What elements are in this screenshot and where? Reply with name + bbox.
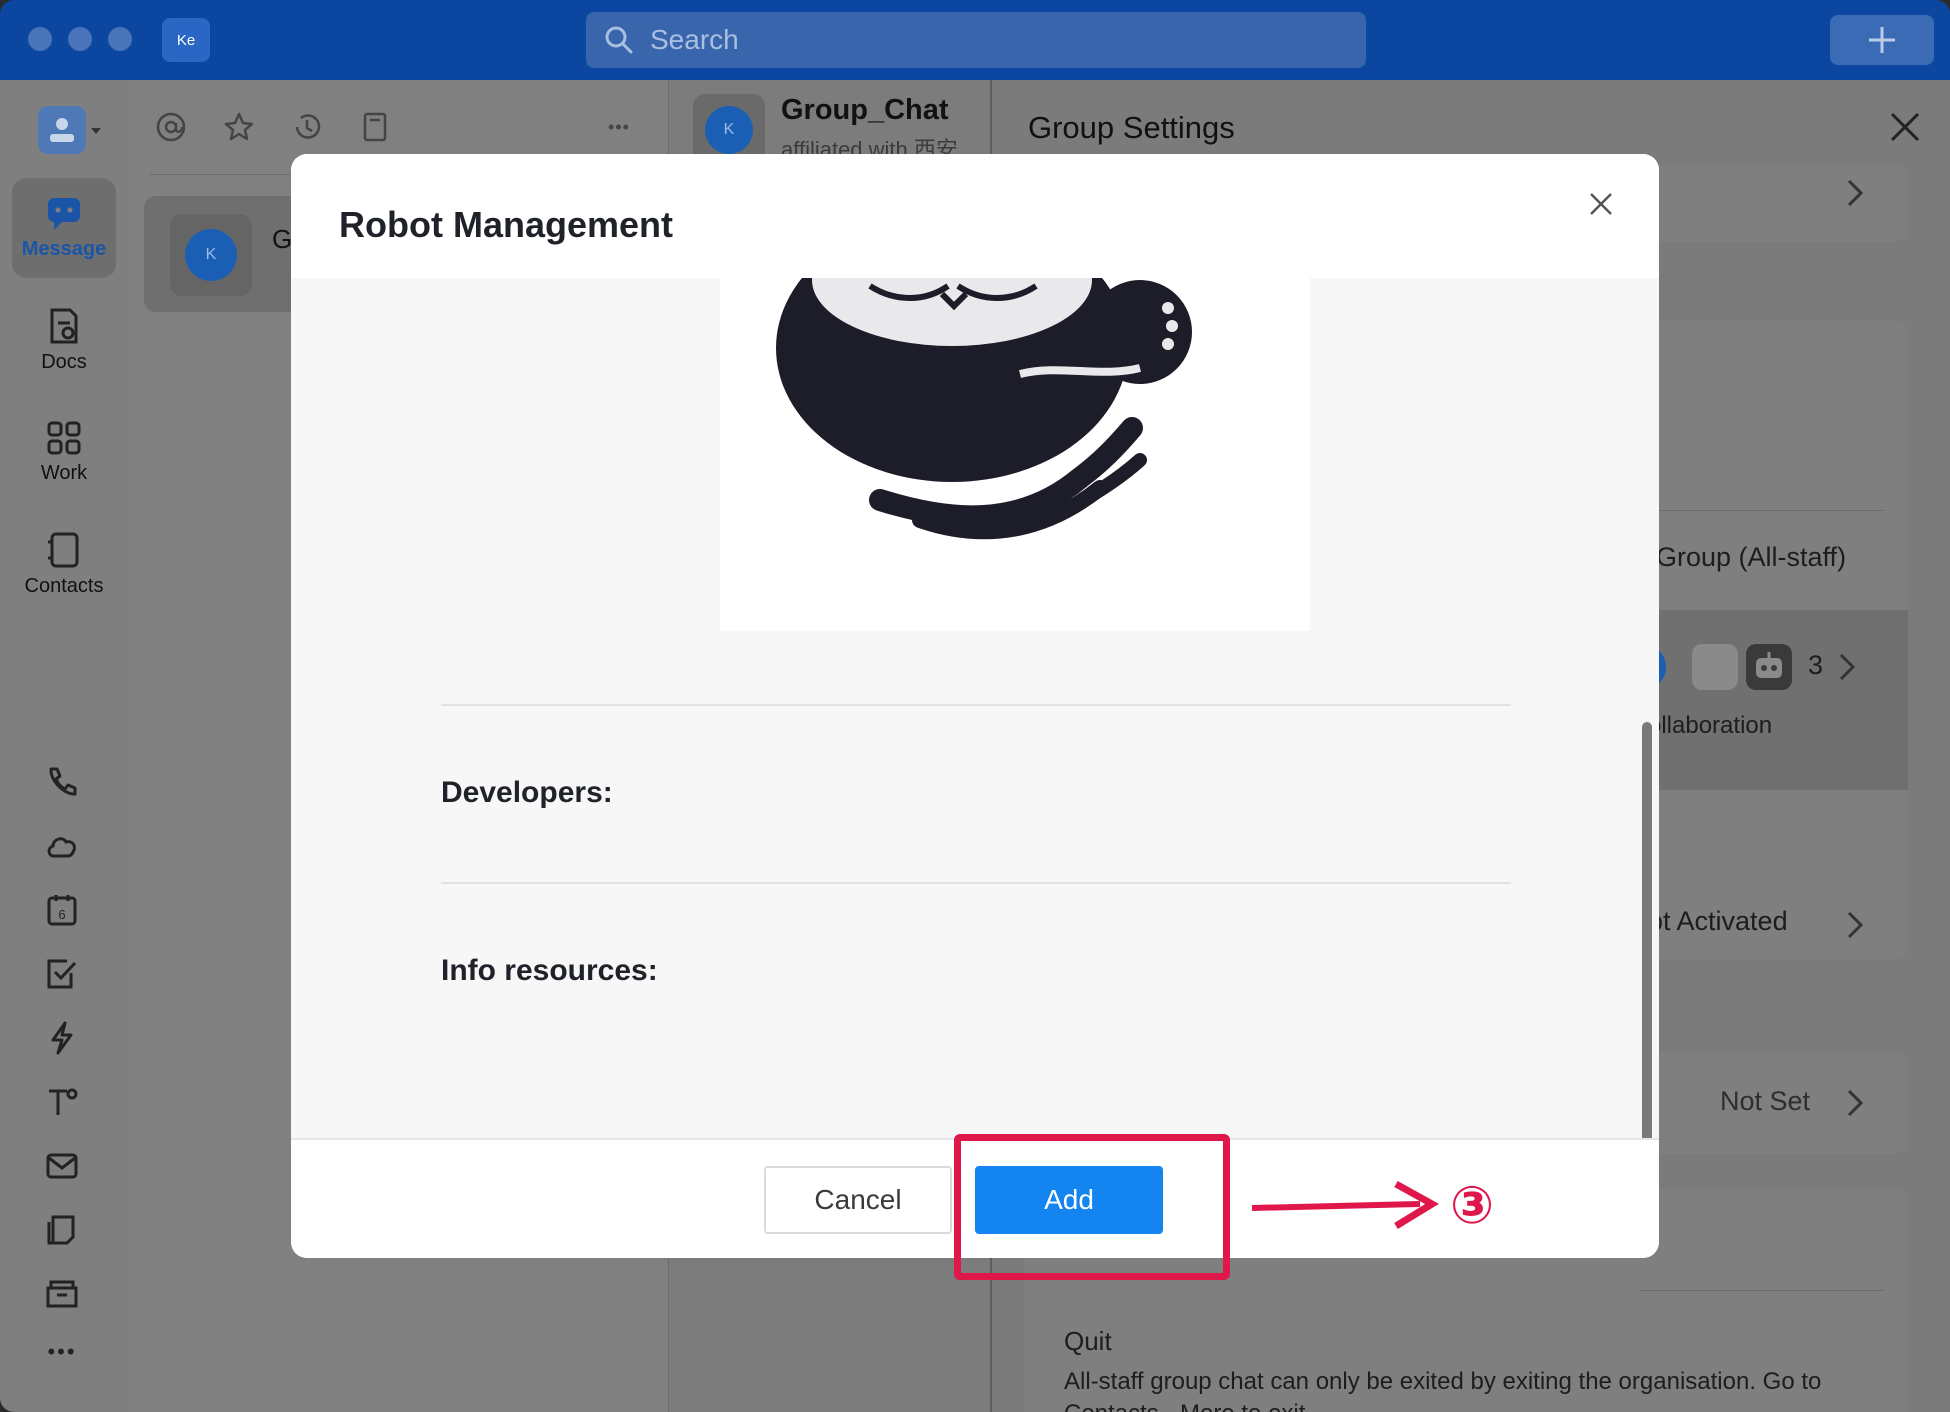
robot-management-dialog: Robot Management Developers: Info resour… [291, 154, 1659, 1258]
chevron-right-icon [1847, 911, 1864, 939]
developers-label: Developers: [441, 776, 613, 809]
org-switcher-icon[interactable] [38, 106, 86, 154]
dialog-header: Robot Management [291, 154, 1659, 278]
activation-status[interactable]: ot Activated [1648, 906, 1788, 937]
group-type-label: Group (All-staff) [1656, 542, 1847, 572]
phone-icon[interactable] [44, 764, 80, 800]
chevron-right-icon [1847, 179, 1864, 207]
chevron-right-icon [1847, 1089, 1864, 1117]
avatar: K [170, 214, 252, 296]
quit-note: All-staff group chat can only be exited … [1064, 1368, 1822, 1412]
nav-work[interactable]: Work [12, 402, 116, 502]
nav-label: Contacts [24, 574, 104, 597]
more-options-icon[interactable]: ••• [602, 110, 636, 144]
search-icon [605, 26, 633, 54]
quit-button[interactable]: Quit [1064, 1326, 1112, 1357]
calendar-icon[interactable]: 6 [44, 892, 80, 928]
work-grid-icon [47, 421, 81, 454]
annotation-step-number: ③ [1449, 1177, 1495, 1235]
annotation-highlight-box [954, 1134, 1230, 1280]
info-resources-label: Info resources: [441, 954, 658, 987]
create-button[interactable] [1830, 15, 1934, 65]
robot-avatar-image [720, 278, 1310, 631]
svg-text:6: 6 [58, 907, 65, 922]
chevron-right-icon [1839, 653, 1856, 681]
history-icon[interactable] [290, 110, 324, 144]
window-minimize-button[interactable] [68, 27, 92, 51]
mail-icon[interactable] [44, 1148, 80, 1184]
mention-icon[interactable] [154, 110, 188, 144]
avatar-letter: K [705, 106, 753, 154]
search-placeholder: Search [650, 24, 739, 55]
search-input[interactable]: Search [586, 12, 1366, 68]
member-count: 3 [1808, 650, 1824, 680]
nav-label: Docs [41, 350, 87, 373]
nav-contacts[interactable]: Contacts [12, 514, 116, 614]
avatar-letter: K [185, 229, 237, 281]
nav-message[interactable]: Message [12, 178, 116, 278]
bookmark-icon[interactable] [358, 110, 392, 144]
chat-title[interactable]: Group_Chat [781, 94, 949, 127]
left-nav-rail: Message Docs Work Contacts 6 ••• [0, 80, 128, 1412]
star-icon[interactable] [222, 110, 256, 144]
folder-icon[interactable] [44, 1276, 80, 1312]
dialog-close-button[interactable] [1579, 182, 1623, 226]
nav-label: Message [21, 237, 107, 260]
chevron-down-icon [91, 128, 101, 134]
settings-title: Group Settings [1028, 110, 1235, 145]
workspace-badge[interactable]: Ke [162, 18, 210, 62]
not-set-value: Not Set [1720, 1086, 1811, 1116]
dialog-title: Robot Management [339, 204, 674, 245]
divider [441, 882, 1511, 884]
close-icon[interactable] [1888, 110, 1922, 144]
robot-icon [1746, 644, 1792, 690]
lightning-icon[interactable] [44, 1020, 80, 1056]
message-icon [48, 197, 80, 230]
task-check-icon[interactable] [44, 956, 80, 992]
nav-label: Work [40, 461, 88, 484]
title-bar: Ke Search [0, 0, 1950, 80]
plus-icon [1869, 27, 1895, 53]
notes-icon[interactable] [44, 1212, 80, 1248]
more-icon[interactable]: ••• [44, 1334, 80, 1370]
robot-avatar [1692, 644, 1738, 690]
divider [441, 704, 1511, 706]
contacts-icon [48, 532, 79, 567]
nav-docs[interactable]: Docs [12, 290, 116, 390]
chat-item-name: G [272, 224, 293, 254]
approval-icon[interactable] [44, 1084, 80, 1120]
close-icon [1590, 193, 1612, 215]
window-zoom-button[interactable] [108, 27, 132, 51]
annotation-arrow-icon [1251, 1180, 1439, 1229]
cancel-button[interactable]: Cancel [764, 1166, 952, 1234]
cloud-icon[interactable] [44, 828, 80, 864]
docs-icon [50, 308, 78, 343]
window-close-button[interactable] [28, 27, 52, 51]
